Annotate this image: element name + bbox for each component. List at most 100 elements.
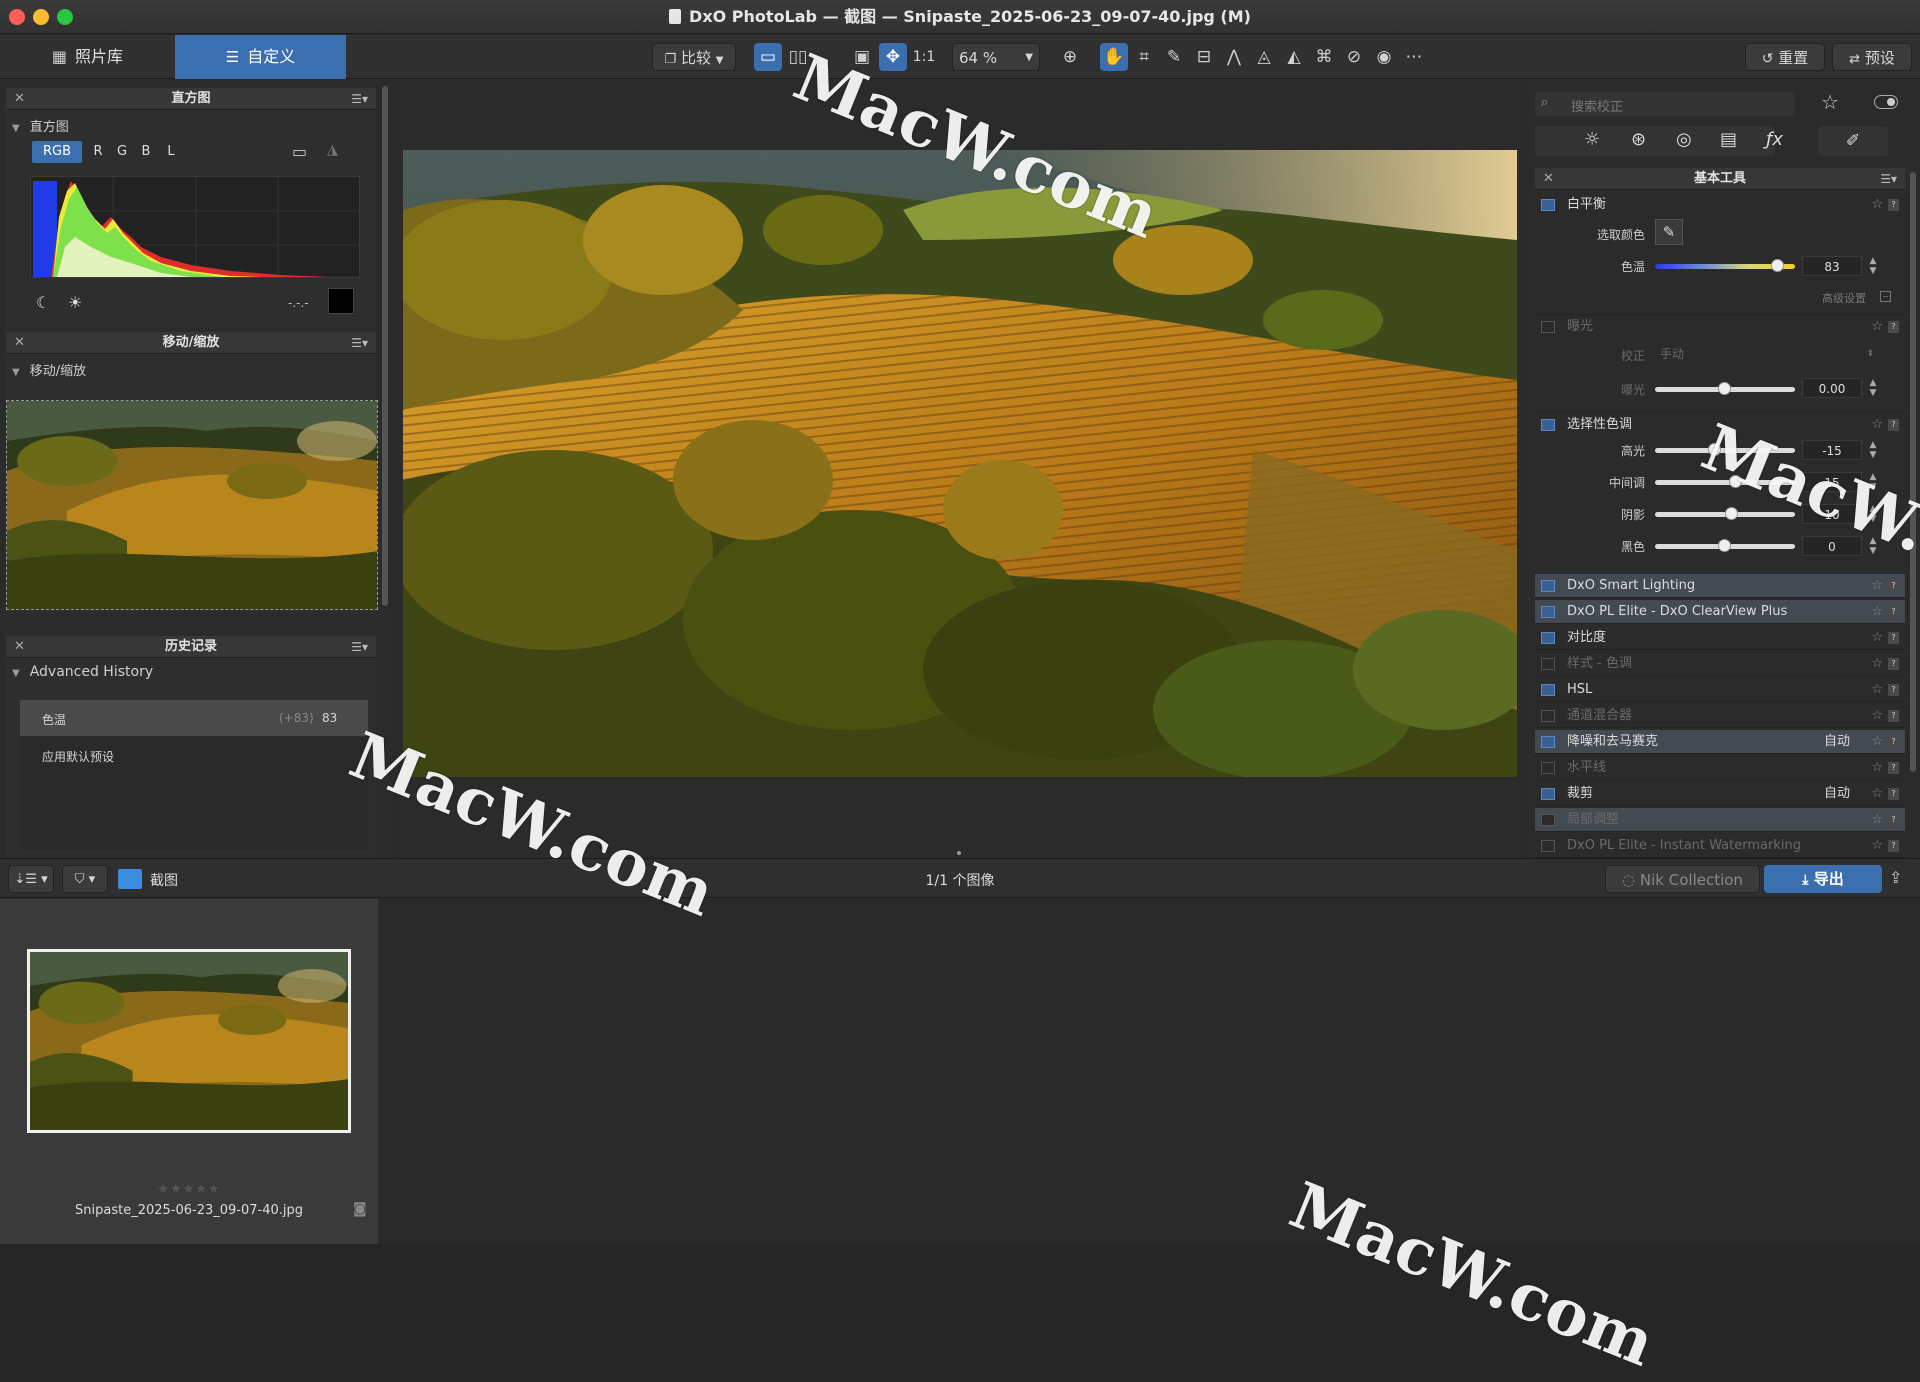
exposure-row[interactable]: 曝光 ☆? [1535, 314, 1905, 338]
search-input[interactable]: ⌕ 搜索校正 [1535, 92, 1795, 116]
sort-button[interactable]: ⇣☰ ▾ [8, 865, 54, 893]
help-icon[interactable]: ? [1888, 762, 1899, 774]
star-icon[interactable]: ☆ [1871, 626, 1883, 650]
help-icon[interactable]: ? [1888, 814, 1899, 826]
tool-checkbox[interactable] [1541, 632, 1555, 644]
star-icon[interactable]: ☆ [1871, 704, 1883, 728]
crop-tool-icon[interactable]: ⌗ [1130, 43, 1158, 71]
channel-rgb-button[interactable]: RGB [32, 141, 82, 163]
left-panel-scrollbar[interactable] [382, 86, 388, 606]
tool-checkbox[interactable] [1541, 762, 1555, 774]
slider-thumb[interactable] [1718, 539, 1731, 552]
star-icon[interactable]: ☆ [1871, 678, 1883, 702]
horizon-tool-icon[interactable]: ⊟ [1190, 43, 1218, 71]
geometry-tab-icon[interactable]: ▤ [1720, 129, 1737, 150]
help-icon[interactable]: ? [1888, 199, 1899, 211]
star-icon[interactable]: ☆ [1871, 834, 1883, 858]
star-icon[interactable]: ☆ [1871, 413, 1883, 437]
exposure-slider[interactable] [1655, 382, 1795, 395]
help-icon[interactable]: ? [1888, 788, 1899, 800]
hand-tool-icon[interactable]: ✋ [1100, 43, 1128, 71]
thumbnail-image[interactable] [27, 949, 351, 1133]
tool-row[interactable]: 通道混合器 ☆? [1535, 704, 1905, 728]
tool-checkbox[interactable] [1541, 606, 1555, 618]
perspective-tool-icon[interactable]: ⋀ [1220, 43, 1248, 71]
filmstrip-thumbnail-cell[interactable]: ★★★★★ Snipaste_2025-06-23_09-07-40.jpg ◙ [0, 899, 378, 1244]
star-icon[interactable]: ☆ [1871, 730, 1883, 754]
stepper-icon[interactable]: ▲ ▼ [1867, 378, 1879, 398]
color-tab-icon[interactable]: ⊛ [1631, 129, 1646, 150]
star-icon[interactable]: ☆ [1871, 600, 1883, 624]
tool-row[interactable]: 样式 - 色调 ☆? [1535, 652, 1905, 676]
filter-button[interactable]: ⛉ ▾ [62, 865, 108, 893]
print-icon[interactable]: ◮ [327, 142, 338, 158]
help-icon[interactable]: ? [1888, 321, 1899, 333]
help-icon[interactable]: ? [1888, 840, 1899, 852]
perspective-8pt-icon[interactable]: ◭ [1280, 43, 1308, 71]
folder-name[interactable]: 截图 [150, 870, 178, 890]
tool-row[interactable]: DxO PL Elite - Instant Watermarking ☆? [1535, 834, 1905, 858]
histogram-section[interactable]: ▼ 直方图 [12, 116, 69, 135]
tool-row[interactable]: 对比度 ☆? [1535, 626, 1905, 650]
tool-row[interactable]: DxO PL Elite - DxO ClearView Plus ☆? [1535, 600, 1905, 624]
help-icon[interactable]: ? [1888, 580, 1899, 592]
one-to-one-button[interactable]: 1:1 [909, 43, 939, 71]
tool-checkbox[interactable] [1541, 840, 1555, 852]
palette-menu-icon[interactable]: ☰▾ [1880, 168, 1897, 190]
tool-row[interactable]: 水平线 ☆? [1535, 756, 1905, 780]
star-icon[interactable]: ☆ [1871, 756, 1883, 780]
star-icon[interactable]: ☆ [1821, 90, 1839, 114]
tool-row[interactable]: 裁剪 自动 ☆? [1535, 782, 1905, 806]
tool-checkbox[interactable] [1541, 684, 1555, 696]
exposure-checkbox[interactable] [1541, 321, 1555, 333]
light-tab-icon[interactable]: ☼ [1584, 129, 1600, 150]
palette-menu-icon[interactable]: ☰▾ [351, 88, 368, 110]
viewer-resize-handle[interactable] [957, 851, 961, 855]
help-icon[interactable]: ? [1888, 606, 1899, 618]
tool-checkbox[interactable] [1541, 814, 1555, 826]
star-icon[interactable]: ☆ [1871, 782, 1883, 806]
white-balance-checkbox[interactable] [1541, 199, 1555, 211]
tool-checkbox[interactable] [1541, 736, 1555, 748]
tool-checkbox[interactable] [1541, 580, 1555, 592]
tool-row[interactable]: 降噪和去马赛克 自动 ☆? [1535, 730, 1905, 754]
help-icon[interactable]: ? [1888, 736, 1899, 748]
close-icon[interactable]: ✕ [14, 88, 25, 110]
collapse-icon[interactable]: − [1880, 291, 1891, 302]
local-adjust-tab-icon[interactable]: ✐ [1818, 126, 1888, 156]
highlight-clip-icon[interactable]: ☀ [68, 293, 82, 312]
single-view-icon[interactable]: ▭ [754, 43, 782, 71]
temp-value[interactable]: 83 [1802, 256, 1862, 276]
preset-button[interactable]: ⇄ 预设 [1832, 43, 1912, 71]
advanced-settings-label[interactable]: 高级设置 [1822, 290, 1866, 306]
right-panel-scrollbar[interactable] [1910, 172, 1916, 772]
temp-slider[interactable] [1655, 259, 1795, 272]
eyedropper-icon[interactable]: ✎ [1655, 219, 1683, 245]
zoom-select[interactable]: 64 % ▼ [952, 43, 1040, 71]
star-icon[interactable]: ☆ [1871, 652, 1883, 676]
eyedropper-icon[interactable]: ✎ [1160, 43, 1188, 71]
tool-checkbox[interactable] [1541, 658, 1555, 670]
move-icon[interactable]: ✥ [879, 43, 907, 71]
help-icon[interactable]: ? [1888, 632, 1899, 644]
star-icon[interactable]: ☆ [1871, 193, 1883, 217]
detail-tab-icon[interactable]: ◎ [1676, 129, 1692, 150]
star-icon[interactable]: ☆ [1871, 574, 1883, 598]
help-icon[interactable]: ? [1888, 658, 1899, 670]
perspective-rect-icon[interactable]: ◬ [1250, 43, 1278, 71]
nik-collection-button[interactable]: ◌ Nik Collection [1605, 865, 1760, 893]
tool-row[interactable]: DxO Smart Lighting ☆? [1535, 574, 1905, 598]
monitor-icon[interactable]: ▭ [292, 142, 307, 161]
stepper-icon[interactable]: ▲ ▼ [1867, 256, 1879, 276]
tool-checkbox[interactable] [1541, 710, 1555, 722]
share-icon[interactable]: ⇪ [1889, 868, 1902, 887]
transform-icon[interactable]: ⌘ [1310, 43, 1338, 71]
effects-tab-icon[interactable]: ƒx [1766, 129, 1783, 150]
compare-button[interactable]: ❐ 比较 ▼ [652, 43, 736, 71]
history-item[interactable]: 应用默认预设 [20, 736, 368, 772]
palette-menu-icon[interactable]: ☰▾ [351, 332, 368, 354]
main-image[interactable] [403, 150, 1517, 777]
history-item[interactable]: 色温 (+83) 83 [20, 700, 368, 736]
tab-library[interactable]: ▦ 照片库 [0, 35, 175, 79]
tone-slider[interactable] [1655, 539, 1795, 552]
